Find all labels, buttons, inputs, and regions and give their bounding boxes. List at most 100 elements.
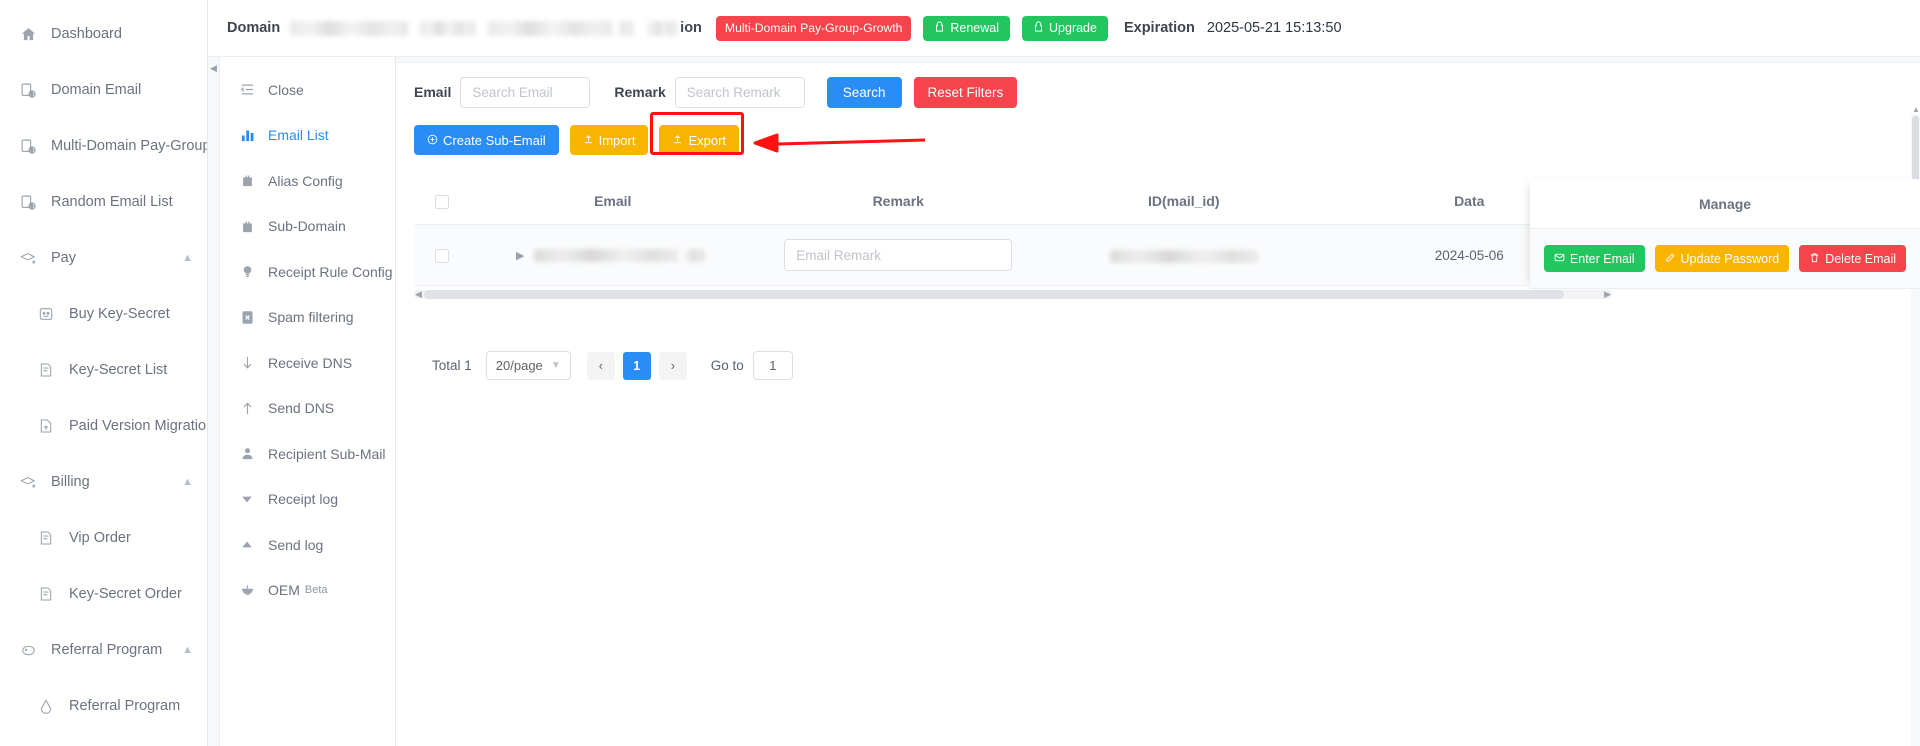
manage-actions-cell: Enter Email Update Password Delete Email [1530, 229, 1920, 289]
email-list-panel: Email Remark Search Reset Filters [396, 57, 1920, 746]
subnav-item-send-log[interactable]: Send log [220, 522, 395, 568]
sidebar-item-buy-key-secret[interactable]: Buy Key-Secret [0, 286, 207, 342]
renewal-button[interactable]: Renewal [923, 15, 1011, 41]
plus-circle-icon [427, 133, 438, 148]
subnav-item-receive-dns[interactable]: Receive DNS [220, 340, 395, 386]
sidebar-item-key-secret-list[interactable]: Key-Secret List [0, 342, 207, 398]
email-value-redacted [534, 248, 679, 262]
search-button[interactable]: Search [826, 76, 902, 108]
export-label: Export [688, 132, 727, 148]
key-secret-icon [36, 304, 56, 324]
briefcase-icon [238, 172, 256, 190]
import-button[interactable]: Import [569, 125, 649, 155]
domain-header-bar: Domain ion Multi-Domain Pay-Group-Growth… [208, 0, 1920, 57]
page-size-select[interactable]: 20/page ▼ [485, 351, 571, 381]
subnav-item-label: Sub-Domain [268, 218, 346, 235]
spam-icon [238, 308, 256, 326]
version-label-fragment: ion [680, 20, 702, 36]
referral-icon [36, 696, 56, 716]
subnav-item-oem[interactable]: OEM Beta [220, 568, 395, 614]
triangle-up-icon [238, 536, 256, 554]
chevron-up-icon: ▲ [182, 643, 193, 656]
subnav-item-email-list[interactable]: Email List [220, 113, 395, 159]
scroll-right-icon[interactable]: ▶ [1604, 290, 1611, 299]
expand-row-icon[interactable]: ▶ [516, 249, 524, 262]
subnav-item-label: Receive DNS [268, 354, 353, 371]
sidebar-item-label: Random Email List [51, 194, 173, 210]
sidebar-item-pay[interactable]: Pay ▲ [0, 230, 207, 286]
subnav-item-spam-filtering[interactable]: Spam filtering [220, 295, 395, 341]
email-filter-label: Email [414, 84, 452, 100]
subnav-item-label: Receipt Rule Config [268, 263, 393, 280]
domain-label: Domain [227, 20, 281, 36]
sidebar-collapse-strip[interactable]: ◀ [208, 57, 220, 746]
sidebar-item-label: Multi-Domain Pay-Group [51, 138, 207, 154]
update-password-button[interactable]: Update Password [1654, 245, 1790, 272]
home-icon [18, 24, 38, 44]
triangle-down-icon [238, 490, 256, 508]
row-mail-id-cell [1041, 224, 1327, 287]
column-header-manage: Manage [1530, 179, 1920, 229]
domain-value-redacted-4 [618, 20, 635, 36]
create-sub-email-button[interactable]: Create Sub-Email [414, 125, 559, 155]
table-header-row: Email Remark ID(mail_id) Data [414, 179, 1612, 226]
goto-page-input[interactable] [752, 351, 793, 381]
chevron-left-icon: ◀ [210, 63, 217, 73]
sidebar-item-label: Buy Key-Secret [69, 306, 170, 322]
sidebar-item-multi-domain-pay-group[interactable]: Multi-Domain Pay-Group [0, 118, 207, 174]
next-page-button[interactable]: › [658, 351, 687, 380]
create-sub-email-label: Create Sub-Email [443, 132, 546, 148]
plan-badge[interactable]: Multi-Domain Pay-Group-Growth [715, 15, 912, 41]
delete-email-button[interactable]: Delete Email [1799, 245, 1907, 272]
subnav-item-alias-config[interactable]: Alias Config [220, 158, 395, 204]
search-email-input[interactable] [460, 76, 591, 108]
scroll-up-icon[interactable]: ▲ [1912, 106, 1920, 114]
sidebar-item-domain-email[interactable]: Domain Email [0, 62, 207, 118]
sidebar-item-referral-program-group[interactable]: Referral Program ▲ [0, 622, 207, 678]
subnav-item-close[interactable]: Close [220, 67, 395, 113]
upload-icon [583, 133, 594, 148]
subnav-item-receipt-log[interactable]: Receipt log [220, 477, 395, 523]
sidebar-item-random-email-list[interactable]: Random Email List [0, 174, 207, 230]
sidebar-item-vip-order[interactable]: Vip Order [0, 510, 207, 566]
primary-sidebar: Dashboard Domain Email Multi-Domain Pay-… [0, 0, 208, 746]
export-button[interactable]: Export [659, 125, 740, 155]
subnav-item-sub-domain[interactable]: Sub-Domain [220, 204, 395, 250]
sidebar-item-key-secret-order[interactable]: Key-Secret Order [0, 566, 207, 622]
upgrade-button[interactable]: Upgrade [1022, 15, 1108, 41]
enter-email-button[interactable]: Enter Email [1543, 245, 1645, 272]
user-icon [238, 445, 256, 463]
column-header-mail-id: ID(mail_id) [1041, 179, 1327, 226]
sidebar-item-referral-program[interactable]: Referral Program [0, 678, 207, 734]
subnav-item-send-dns[interactable]: Send DNS [220, 386, 395, 432]
subnav-item-receipt-rule-config[interactable]: Receipt Rule Config [220, 249, 395, 295]
page-size-value: 20/page [495, 358, 543, 374]
select-all-header [414, 179, 470, 226]
search-remark-input[interactable] [674, 76, 805, 108]
subnav-item-recipient-sub-mail[interactable]: Recipient Sub-Mail [220, 431, 395, 477]
sidebar-item-billing[interactable]: Billing ▲ [0, 454, 207, 510]
lock-icon [1033, 21, 1044, 35]
column-header-remark: Remark [755, 179, 1041, 226]
app-root: Dashboard Domain Email Multi-Domain Pay-… [0, 0, 1920, 746]
pencil-icon [1665, 252, 1676, 266]
row-email-cell: ▶ [470, 224, 756, 287]
reset-filters-button[interactable]: Reset Filters [913, 76, 1018, 108]
email-table: Email Remark ID(mail_id) Data ▶ Email Re… [414, 179, 1612, 287]
beta-badge: Beta [304, 584, 328, 597]
row-checkbox[interactable] [435, 249, 449, 264]
scrollbar-thumb[interactable] [424, 290, 1564, 300]
prev-page-button[interactable]: ‹ [586, 351, 615, 380]
scroll-left-icon[interactable]: ◀ [415, 290, 422, 299]
total-count-label: Total 1 [432, 358, 472, 374]
select-all-checkbox[interactable] [435, 195, 449, 210]
sidebar-item-paid-version-migration[interactable]: Paid Version Migration [0, 398, 207, 454]
sidebar-item-referred-user-list[interactable]: Referred User List [0, 734, 207, 746]
expiration-value: 2025-05-21 15:13:50 [1206, 20, 1342, 36]
row-remark-input[interactable] [784, 239, 1013, 272]
page-number-button-1[interactable]: 1 [622, 351, 651, 380]
mail-id-value-redacted [1109, 249, 1258, 263]
sidebar-item-dashboard[interactable]: Dashboard [0, 6, 207, 62]
list-doc-icon [36, 584, 56, 604]
table-horizontal-scrollbar[interactable]: ◀ ▶ [414, 290, 1612, 300]
